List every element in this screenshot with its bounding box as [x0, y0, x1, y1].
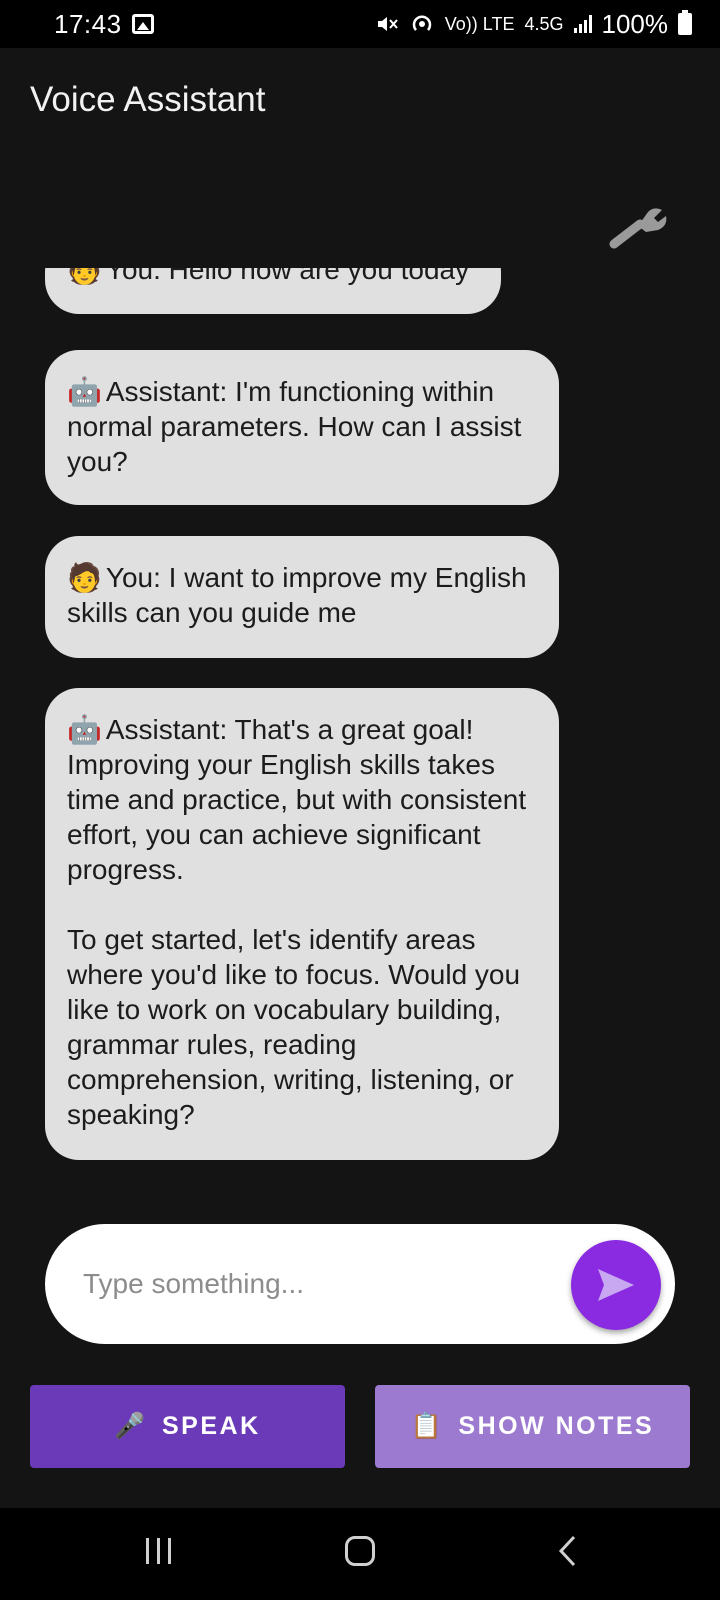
- battery-label: 100%: [601, 8, 669, 39]
- recent-apps-icon[interactable]: [146, 1538, 174, 1566]
- signal-icon: [573, 15, 592, 33]
- show-notes-button[interactable]: 📋 SHOW NOTES: [375, 1385, 690, 1468]
- gallery-icon: [131, 14, 154, 34]
- navigation-bar: [0, 1508, 720, 1600]
- hotspot-icon: [412, 15, 431, 31]
- microphone-icon: 🎤: [114, 1412, 148, 1440]
- home-icon[interactable]: [345, 1536, 375, 1566]
- message-input-container: [45, 1224, 675, 1344]
- speak-button[interactable]: 🎤 SPEAK: [30, 1385, 345, 1468]
- send-icon: [598, 1269, 634, 1301]
- chat-bubble-assistant: 🤖 Assistant: I'm functioning within norma…: [45, 350, 559, 505]
- chat-list[interactable]: 🧑 You: Hello how are you today 🤖 Assistant…: [0, 268, 720, 1168]
- robot-icon: 🤖: [67, 376, 102, 407]
- message-text: You: Hello how are you today: [105, 268, 470, 285]
- user-avatar-icon: 🧑: [67, 268, 102, 285]
- user-avatar-icon: 🧑: [67, 562, 102, 593]
- message-text: Assistant: I'm functioning within normal…: [67, 376, 530, 477]
- back-icon[interactable]: [556, 1534, 580, 1568]
- status-bar: 17:43 Vo)) LTE 4.5G 100%: [0, 0, 720, 48]
- send-button[interactable]: [571, 1240, 661, 1330]
- chat-bubble-assistant: 🤖 Assistant: That's a great goal! Improvi…: [45, 688, 559, 1160]
- message-text: You: I want to improve my English skills…: [67, 562, 535, 628]
- chat-bubble-user: 🧑 You: I want to improve my English skill…: [45, 536, 559, 658]
- message-input[interactable]: [83, 1268, 523, 1300]
- mute-icon: [377, 17, 398, 31]
- show-notes-label: SHOW NOTES: [458, 1412, 655, 1440]
- status-icons: Vo)) LTE 4.5G 100%: [375, 9, 692, 40]
- status-time: 17:43: [54, 8, 122, 39]
- network-label: 4.5G: [524, 13, 564, 34]
- app-title: Voice Assistant: [30, 80, 266, 119]
- robot-icon: 🤖: [67, 714, 102, 745]
- wrench-icon[interactable]: [608, 204, 668, 250]
- chat-bubble-user: 🧑 You: Hello how are you today: [45, 268, 501, 314]
- speak-label: SPEAK: [162, 1412, 261, 1440]
- message-text: Assistant: That's a great goal! Improvin…: [67, 714, 527, 1130]
- volte-label: Vo)) LTE: [444, 13, 515, 34]
- battery-icon: [678, 10, 692, 35]
- clipboard-icon: 📋: [410, 1412, 445, 1440]
